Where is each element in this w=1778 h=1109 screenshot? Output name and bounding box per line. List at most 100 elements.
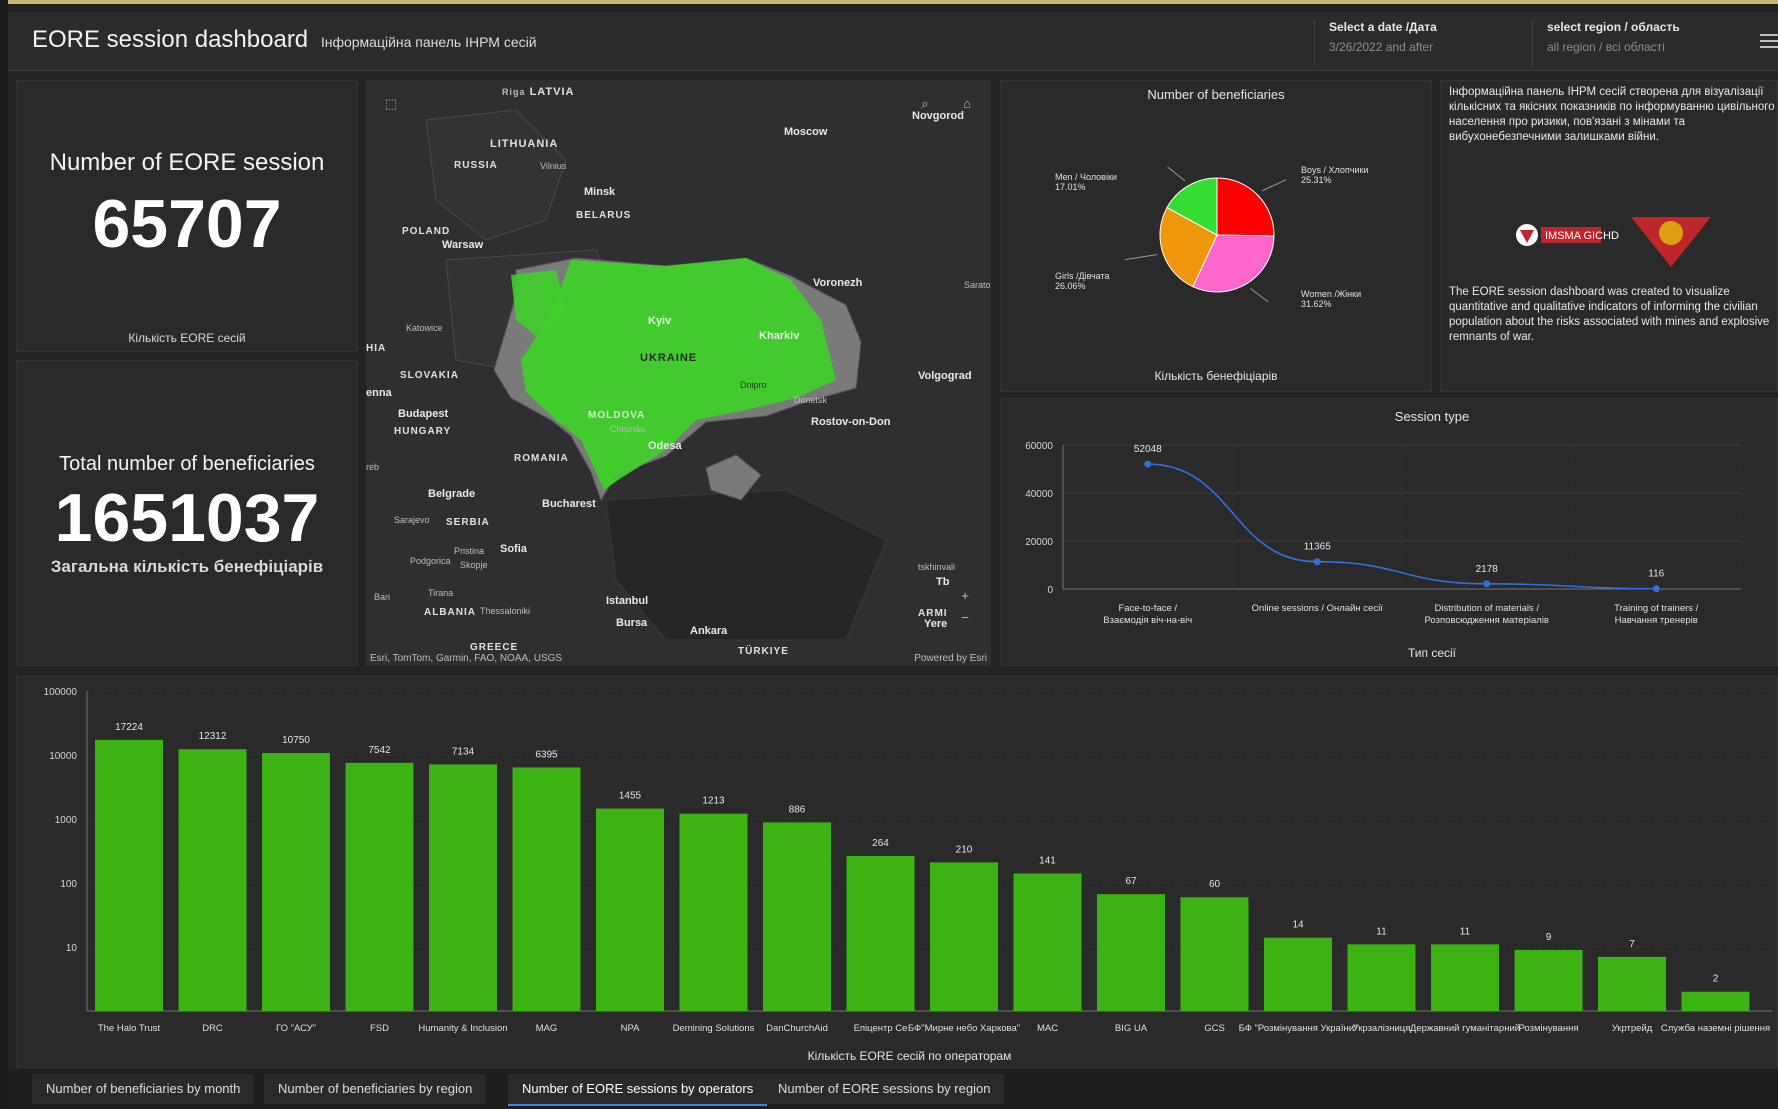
header-bar: EORE session dashboard Інформаційна пане…: [8, 12, 1778, 71]
line-chart[interactable]: Session type 0 20000 40000 60000 52048 11365 21…: [1001, 399, 1778, 667]
bar-x-tick: NPA: [621, 1023, 640, 1034]
bar-rect: [1180, 897, 1249, 1011]
bar-y-tick: 100000: [44, 687, 78, 698]
bar-rect: [1431, 944, 1499, 1011]
map-label-kyiv: Kyiv: [648, 315, 672, 327]
date-selector[interactable]: Select a date /Дата 3/26/2022 and after: [1314, 20, 1532, 66]
map-search-icon[interactable]: ⌕: [916, 96, 934, 114]
info-text-ua: Інформаційна панель ІНРМ сесій створена …: [1449, 86, 1775, 143]
map-powered-by: Powered by Esri: [914, 653, 987, 664]
pie-leader-line: [1124, 254, 1158, 261]
line-x-tick: Навчання тренерів: [1615, 615, 1698, 626]
map-label-romania: ROMANIA: [514, 453, 569, 464]
bar-x-tick: Укрзалізниця: [1353, 1023, 1411, 1034]
bar-x-tick: ГО "АСУ": [276, 1023, 316, 1034]
line-x-tick: Face-to-face /: [1118, 603, 1177, 614]
map-label-donetsk: Donetsk: [794, 395, 828, 405]
line-y-tick: 0: [1047, 585, 1053, 596]
info-panel: Інформаційна панель ІНРМ сесій створена …: [1440, 80, 1778, 392]
map-label-warsaw: Warsaw: [442, 239, 484, 251]
pie-leader-line: [1250, 288, 1269, 303]
kpi-sessions-title: Number of EORE session: [49, 149, 325, 176]
bar-x-tick: Укртрейд: [1612, 1023, 1653, 1034]
pie-leader-line: [1167, 166, 1186, 182]
map-label-tirana: Tirana: [428, 588, 454, 598]
map-label-lithuania: LITHUANIA: [490, 138, 559, 150]
imsma-logo: IMSMA GICHD: [1516, 217, 1711, 267]
map-black-sea: [605, 489, 887, 641]
bar-y-tick: 10: [66, 943, 78, 954]
map-zoom-out-icon[interactable]: −: [956, 610, 974, 628]
bar-rect: [345, 762, 414, 1011]
bar-x-tick: MAC: [1037, 1023, 1058, 1034]
bar-data-label: 17224: [115, 722, 143, 733]
map-label-vienna: enna: [366, 387, 392, 399]
menu-icon[interactable]: [1760, 34, 1778, 52]
bar-x-label: Кількість EORE сесій по операторам: [808, 1049, 1012, 1063]
bar-data-label: 60: [1209, 879, 1221, 890]
map-label-dnipro: Dnipro: [740, 380, 767, 390]
tab-beneficiaries-by-month[interactable]: Number of beneficiaries by month: [32, 1074, 255, 1104]
line-x-tick: Training of trainers /: [1614, 603, 1698, 614]
tab-beneficiaries-by-region[interactable]: Number of beneficiaries by region: [264, 1074, 487, 1104]
line-data-label: 2178: [1476, 564, 1499, 575]
map-label-odesa: Odesa: [648, 440, 682, 452]
bar-x-tick: Humanity & Inclusion: [418, 1023, 507, 1034]
region-selector[interactable]: select region / область all region / всі…: [1532, 20, 1754, 66]
bar-panel: 10 100 1000 10000 100000 17224 The Halo Trust 1…: [16, 676, 1778, 1068]
info-text-en: The EORE session dashboard was created t…: [1449, 286, 1770, 343]
map-label-ukraine: UKRAINE: [640, 352, 698, 364]
bar-data-label: 6395: [535, 749, 558, 760]
date-selector-label: Select a date /Дата: [1329, 20, 1437, 34]
page-title: EORE session dashboard Інформаційна пане…: [32, 26, 537, 54]
kpi-sessions-panel: Number of EORE session 65707 Кількість E…: [16, 80, 358, 352]
map-label-tskhinvali: tskhinvali: [918, 562, 956, 572]
kpi-beneficiaries-subtitle: Загальна кількість бенефіціарів: [50, 557, 324, 576]
map-label-belarus: BELARUS: [576, 210, 632, 221]
line-x-tick: Взаємодія віч-на-віч: [1103, 615, 1192, 626]
bar-rect: [1681, 991, 1750, 1011]
bar-y-tick: 100: [60, 879, 77, 890]
bar-y-tick: 10000: [49, 751, 77, 762]
line-y-tick: 60000: [1025, 441, 1053, 452]
tab-bar: Number of beneficiaries by month Number …: [8, 1070, 1778, 1109]
pie-label-men: Men / Чоловіки 17.01%: [1055, 172, 1117, 192]
bar-data-label: 210: [956, 844, 973, 855]
region-selector-value: all region / всі області: [1547, 40, 1665, 54]
bar-data-label: 7: [1629, 939, 1635, 950]
line-point: [1652, 585, 1660, 593]
pie-label-girls: Girls /Дівчата 26.06%: [1055, 271, 1110, 291]
map-label-bursa: Bursa: [616, 617, 648, 629]
kpi-beneficiaries-title: Total number of beneficiaries: [59, 453, 315, 475]
map-label-poland: POLAND: [402, 226, 451, 237]
bar-x-tick: Розмінування: [1519, 1023, 1579, 1034]
pie-subtitle: Кількість бенефіціарів: [1154, 369, 1278, 383]
tab-sessions-by-operators[interactable]: Number of EORE sessions by operators: [508, 1074, 768, 1106]
line-point: [1483, 580, 1491, 588]
kpi-beneficiaries-value: 1651037: [54, 480, 320, 556]
pie-title: Number of beneficiaries: [1147, 87, 1285, 102]
bar-rect: [1514, 949, 1583, 1011]
bar-x-tick: Державний гуманітарний: [1410, 1023, 1520, 1034]
imsma-logo-text: IMSMA GICHD: [1545, 230, 1619, 242]
map-label-podgorica: Podgorica: [410, 556, 451, 566]
bar-x-tick: БФ "Розмінування України": [1239, 1023, 1358, 1034]
map-label-pristina: Pristina: [454, 546, 485, 556]
bar-x-tick: DanChurchAid: [766, 1023, 828, 1034]
map-label-budapest: Budapest: [398, 408, 449, 420]
line-point: [1144, 460, 1152, 468]
map-zoom-in-icon[interactable]: +: [956, 588, 974, 606]
pie-panel: Number of beneficiaries Men / Чоловіки 17…: [1000, 80, 1432, 392]
map-panel[interactable]: Riga LATVIA LITHUANIA RUSSIA Vilnius Mos…: [366, 80, 991, 666]
bar-chart[interactable]: 10 100 1000 10000 100000 17224 The Halo Trust 1…: [17, 677, 1778, 1069]
map-label-riga: Riga: [502, 87, 526, 97]
map-home-icon[interactable]: ⌂: [958, 96, 976, 114]
map-select-icon[interactable]: ⬚: [382, 96, 400, 114]
tab-sessions-by-region[interactable]: Number of EORE sessions by region: [764, 1074, 1005, 1104]
bar-x-tick: Demining Solutions: [673, 1023, 755, 1034]
bar-x-tick: GCS: [1204, 1023, 1225, 1034]
bar-rect: [95, 739, 163, 1011]
line-y-tick: 40000: [1025, 489, 1053, 500]
pie-chart[interactable]: [1001, 107, 1433, 367]
bar-data-label: 12312: [199, 731, 227, 742]
